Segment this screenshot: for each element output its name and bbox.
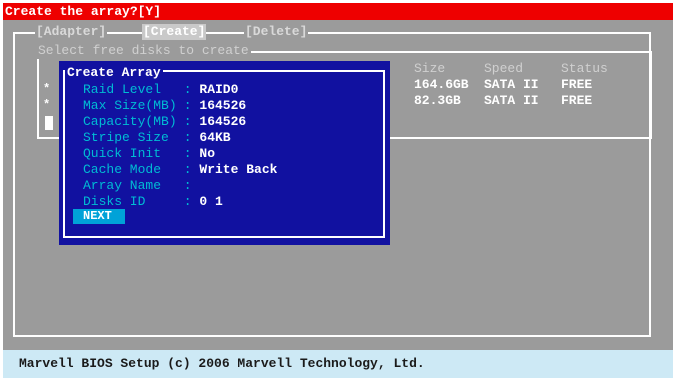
field-separator: : [176, 114, 200, 129]
disk-size: 82.3GB [414, 93, 461, 108]
field-label: Quick Init [83, 146, 162, 161]
field-label: Array Name [83, 178, 162, 193]
disk-status: FREE [561, 93, 593, 108]
tab-create[interactable]: [Create] [142, 24, 207, 40]
field-label: Disks ID [83, 194, 146, 209]
disk-status: FREE [561, 77, 593, 92]
column-header-status: Status [561, 61, 608, 76]
field-quick-init[interactable]: Quick Init : No [83, 146, 215, 161]
field-value: 164526 [199, 98, 247, 113]
field-label: Raid Level [83, 82, 162, 97]
field-label: Stripe Size [83, 130, 169, 145]
field-value: 164526 [199, 114, 247, 129]
field-value: 64KB [199, 130, 231, 145]
field-value: Write Back [199, 162, 278, 177]
disk-select-marker[interactable]: * [43, 82, 50, 96]
field-value: No [199, 146, 216, 161]
tab-delete[interactable]: [Delete] [244, 24, 309, 40]
field-separator: : [176, 98, 200, 113]
field-cache-mode[interactable]: Cache Mode : Write Back [83, 162, 277, 177]
field-max-size[interactable]: Max Size(MB) : 164526 [83, 98, 246, 113]
field-array-name[interactable]: Array Name : [83, 178, 199, 193]
field-separator: : [176, 82, 200, 97]
column-header-size: Size [414, 61, 446, 76]
field-separator: : [176, 162, 200, 177]
tab-adapter[interactable]: [Adapter] [35, 24, 108, 40]
field-stripe-size[interactable]: Stripe Size : 64KB [83, 130, 231, 145]
field-separator: : [176, 178, 200, 193]
disk-list-title: Select free disks to create [36, 43, 251, 59]
confirm-prompt: Create the array?[Y] [3, 3, 673, 20]
create-array-dialog: Create Array Raid Level : RAID0 Max Size… [59, 61, 390, 245]
field-value: RAID0 [199, 82, 239, 97]
field-raid-level[interactable]: Raid Level : RAID0 [83, 82, 238, 97]
dialog-title: Create Array [65, 65, 163, 80]
disk-speed: SATA II [484, 77, 539, 92]
field-label: Cache Mode [83, 162, 162, 177]
disk-size: 164.6GB [414, 77, 469, 92]
disk-select-marker[interactable]: * [43, 98, 50, 112]
footer-copyright: Marvell BIOS Setup (c) 2006 Marvell Tech… [3, 350, 673, 378]
field-label: Max Size(MB) [83, 98, 177, 113]
field-disks-id[interactable]: Disks ID : 0 1 [83, 194, 223, 209]
disk-speed: SATA II [484, 93, 539, 108]
field-separator: : [176, 130, 200, 145]
column-header-speed: Speed [484, 61, 524, 76]
field-separator: : [176, 194, 200, 209]
field-label: Capacity(MB) [83, 114, 177, 129]
field-value: 0 1 [199, 194, 223, 209]
next-button[interactable]: NEXT [73, 209, 125, 224]
selection-cursor [45, 116, 53, 130]
field-separator: : [176, 146, 200, 161]
field-capacity[interactable]: Capacity(MB) : 164526 [83, 114, 246, 129]
